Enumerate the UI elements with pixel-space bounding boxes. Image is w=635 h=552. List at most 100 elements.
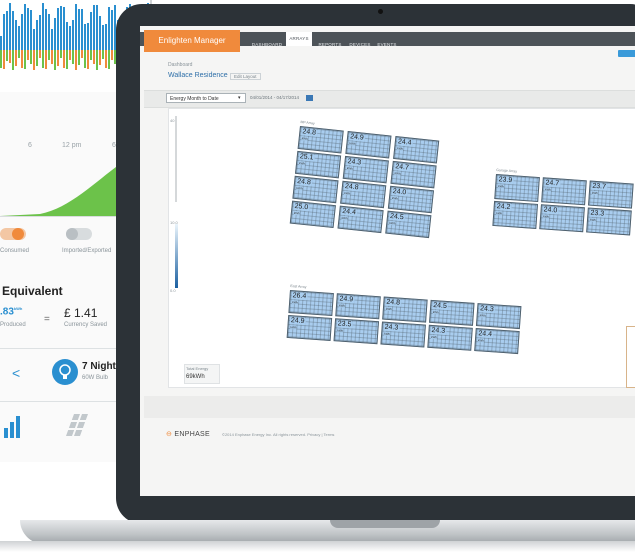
chevron-down-icon[interactable]: ▾: [238, 93, 241, 103]
imported-exported-toggle[interactable]: [66, 228, 92, 240]
solar-panel[interactable]: 24.5 kWh: [385, 210, 432, 239]
solar-panel[interactable]: 25.0 kWh: [289, 200, 336, 229]
production-bar: [60, 6, 62, 50]
zoom-label: 40: [170, 118, 175, 123]
calendar-icon[interactable]: [306, 95, 313, 101]
solar-panel[interactable]: 24.7 kWh: [390, 160, 437, 189]
panel-energy-unit: kWh: [296, 185, 303, 191]
imported-exported-label: Imported/Exported: [62, 248, 112, 254]
edit-layout-button[interactable]: Edit Layout: [230, 73, 261, 80]
panel-energy-unit: kWh: [479, 313, 486, 318]
breadcrumb[interactable]: Dashboard: [168, 62, 192, 68]
consumption-bar: [0, 50, 2, 68]
panel-energy-value: 24.2: [495, 203, 512, 212]
panel-energy-unit: kWh: [293, 210, 301, 216]
consumption-bar: [60, 50, 62, 58]
solar-panel[interactable]: 24.4 kWh: [393, 136, 440, 164]
production-bar: [84, 24, 86, 50]
production-bar: [36, 20, 38, 50]
chevron-left-icon[interactable]: <: [12, 365, 20, 381]
production-bar: [54, 18, 56, 50]
solar-panel[interactable]: 26.4 kWh: [288, 290, 334, 317]
panel-energy-unit: kWh: [544, 187, 552, 192]
zoom-slider[interactable]: [175, 116, 177, 202]
consumption-bar: [99, 50, 101, 65]
solar-panel[interactable]: 23.3 kWh: [586, 207, 632, 236]
production-bar: [81, 9, 83, 50]
solar-panel[interactable]: 24.8 kWh: [382, 296, 428, 323]
panel-energy-unit: kWh: [432, 310, 439, 315]
production-bar: [3, 14, 5, 50]
panel-energy-unit: kWh: [391, 196, 399, 201]
panel-energy-unit: kWh: [385, 306, 393, 312]
solar-panel[interactable]: 24.9 kWh: [335, 293, 381, 320]
panel-energy-unit: kWh: [344, 191, 351, 196]
solar-panel[interactable]: 23.9 kWh: [494, 174, 540, 203]
consumed-label: Consumed: [0, 248, 30, 254]
solar-panel[interactable]: 24.3 kWh: [380, 321, 426, 348]
panel-energy-value: 23.5: [336, 320, 353, 329]
bar-chart-icon[interactable]: [4, 416, 24, 438]
tab-reports[interactable]: REPORTS: [316, 38, 344, 52]
produced-number: .83: [0, 306, 14, 318]
solar-panel[interactable]: 23.7 kWh: [588, 180, 634, 209]
consumption-bar: [18, 50, 20, 58]
panel-energy-value: 24.8: [385, 298, 402, 307]
panel-energy-unit: kWh: [384, 331, 391, 337]
solar-panel[interactable]: 24.0 kWh: [539, 204, 585, 233]
consumed-toggle[interactable]: [0, 228, 26, 240]
tab-dashboard[interactable]: DASHBOARD: [250, 38, 284, 52]
consumption-bar: [36, 50, 38, 66]
view-select[interactable]: Energy Month to Date: [166, 93, 246, 103]
panel-energy-unit: kWh: [338, 303, 346, 308]
consumption-bar: [84, 50, 86, 68]
enlighten-logo[interactable]: Enlighten Manager: [144, 30, 240, 52]
solar-panel[interactable]: 24.8 kWh: [292, 175, 339, 204]
panel-energy-value: 23.9: [497, 176, 514, 185]
production-bar: [30, 10, 32, 50]
solar-panel[interactable]: 25.1 kWh: [294, 150, 342, 179]
solar-array-icon[interactable]: [66, 414, 90, 438]
solar-panel[interactable]: 24.3 kWh: [475, 303, 522, 330]
production-bar: [24, 4, 26, 50]
solar-panel[interactable]: 24.9 kWh: [286, 314, 333, 341]
axis-tick: 12 pm: [62, 142, 82, 149]
consumption-bar: [24, 50, 26, 69]
production-bar: [18, 26, 20, 50]
consumption-bar: [42, 50, 44, 68]
blue-action-button[interactable]: [618, 50, 635, 57]
laptop-shadow: [0, 541, 635, 552]
consumption-bar: [96, 50, 98, 70]
solar-panel[interactable]: 24.4 kWh: [337, 205, 384, 234]
solar-panel[interactable]: 24.8 kWh: [340, 180, 387, 209]
production-bar: [39, 15, 41, 50]
tab-events[interactable]: EVENTS: [376, 38, 398, 52]
solar-panel[interactable]: 24.8 kWh: [297, 126, 344, 154]
production-bar: [51, 29, 53, 50]
consumption-bar: [30, 50, 32, 64]
panel-energy-value: 24.3: [383, 323, 400, 332]
consumption-bar: [78, 50, 80, 65]
footer-text: ©2014 Enphase Energy Inc. All rights res…: [222, 432, 335, 437]
solar-panel[interactable]: 24.3 kWh: [342, 155, 389, 184]
solar-panel[interactable]: 24.5 kWh: [429, 299, 475, 326]
panel-energy-unit: kWh: [430, 334, 438, 340]
solar-panel[interactable]: 24.0 kWh: [387, 185, 435, 214]
enphase-logo[interactable]: ⊖ ENPHASE: [166, 430, 210, 438]
panel-energy-unit: kWh: [389, 220, 396, 226]
solar-panel[interactable]: 24.3 kWh: [427, 324, 473, 351]
panel-energy-unit: kWh: [346, 166, 354, 171]
consumption-bar: [54, 50, 56, 70]
panel-energy-unit: kWh: [543, 214, 550, 219]
side-panel: [626, 326, 635, 388]
tab-devices[interactable]: DEVICES: [346, 38, 374, 52]
solar-panel[interactable]: 23.5 kWh: [333, 318, 380, 345]
solar-panel[interactable]: 24.7 kWh: [541, 177, 587, 206]
produced-unit: kWh: [13, 306, 23, 311]
solar-panel[interactable]: 24.4 kWh: [474, 328, 520, 355]
solar-panel[interactable]: 24.2 kWh: [492, 200, 539, 229]
consumption-bar: [57, 50, 59, 66]
tab-arrays[interactable]: ARRAYS: [286, 32, 312, 46]
consumption-bar: [66, 50, 68, 69]
solar-panel[interactable]: 24.9 kWh: [345, 131, 392, 159]
